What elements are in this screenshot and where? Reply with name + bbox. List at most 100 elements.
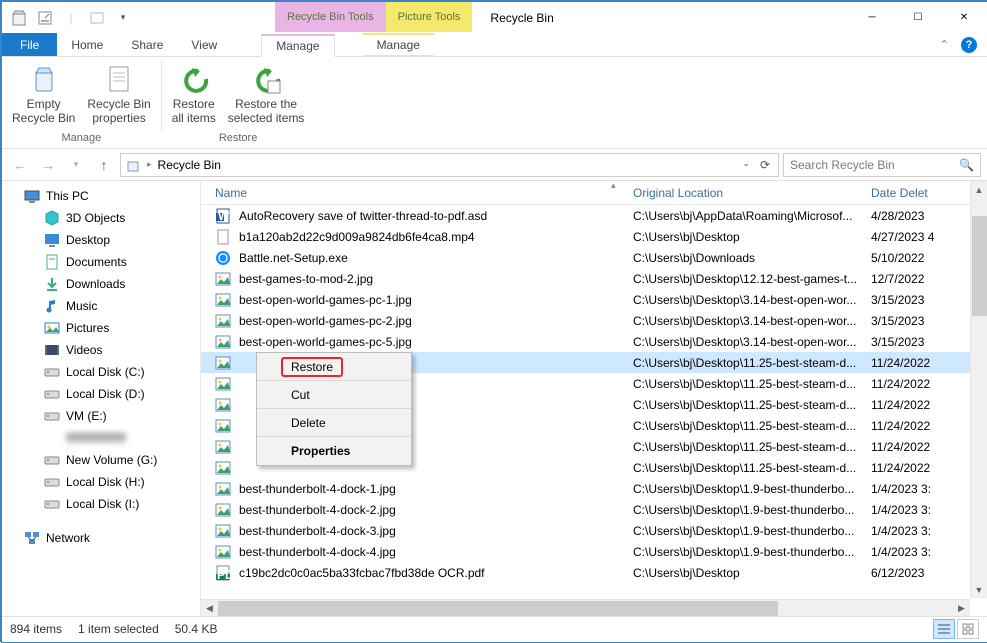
bnet-file-icon (215, 250, 231, 266)
file-original-location: C:\Users\bj\Desktop\11.25-best-steam-d..… (633, 377, 871, 391)
scroll-right-arrow-icon[interactable]: ▶ (953, 603, 970, 614)
tree-item-new-volume-g-[interactable]: New Volume (G:) (2, 449, 200, 471)
file-name: best-thunderbolt-4-dock-3.jpg (239, 524, 396, 538)
file-row[interactable]: PDFc19bc2dc0c0ac5ba33fcbac7fbd38de OCR.p… (201, 562, 987, 583)
tree-item-videos[interactable]: Videos (2, 339, 200, 361)
file-name: best-open-world-games-pc-5.jpg (239, 335, 412, 349)
file-date-deleted: 4/28/2023 (871, 209, 959, 223)
status-item-count: 894 items (10, 622, 62, 636)
scroll-left-arrow-icon[interactable]: ◀ (201, 603, 218, 614)
tree-item-hidden[interactable] (2, 427, 200, 449)
breadcrumb-location[interactable]: Recycle Bin (158, 158, 221, 172)
svg-text:PDF: PDF (217, 568, 231, 581)
img-file-icon (215, 439, 231, 455)
tab-home[interactable]: Home (57, 33, 117, 56)
refresh-icon[interactable]: ⟳ (756, 158, 774, 172)
tree-item-local-disk-d-[interactable]: Local Disk (D:) (2, 383, 200, 405)
nav-history-dropdown[interactable]: ▾ (64, 153, 88, 177)
tree-item-music[interactable]: Music (2, 295, 200, 317)
empty-recycle-bin-button[interactable]: Empty Recycle Bin (6, 59, 81, 130)
file-row[interactable]: best-open-world-games-pc-1.jpgC:\Users\b… (201, 289, 987, 310)
file-name: best-thunderbolt-4-dock-2.jpg (239, 503, 396, 517)
file-date-deleted: 11/24/2022 (871, 377, 959, 391)
breadcrumb-separator-icon[interactable]: ▸ (147, 159, 152, 170)
tree-item-documents[interactable]: Documents (2, 251, 200, 273)
new-folder-icon[interactable] (86, 7, 108, 29)
file-row[interactable]: best-open-world-games-pc-2.jpgC:\Users\b… (201, 310, 987, 331)
search-icon: 🔍 (959, 158, 974, 172)
maximize-button[interactable]: ☐ (895, 3, 941, 33)
column-header-date-deleted[interactable]: Date Delet (871, 186, 951, 200)
vertical-scrollbar[interactable]: ▲ ▼ (970, 181, 987, 598)
tab-file[interactable]: File (2, 33, 57, 56)
tree-item-3d-objects[interactable]: 3D Objects (2, 207, 200, 229)
file-date-deleted: 5/10/2022 (871, 251, 959, 265)
music-icon (44, 298, 60, 314)
file-row[interactable]: WAutoRecovery save of twitter-thread-to-… (201, 205, 987, 226)
tree-this-pc[interactable]: This PC (2, 185, 200, 207)
nav-up-button[interactable]: ↑ (92, 153, 116, 177)
file-list: Name ▴ Original Location Date Delet WAut… (201, 181, 987, 616)
properties-icon[interactable] (34, 7, 56, 29)
search-box[interactable]: Search Recycle Bin 🔍 (783, 153, 981, 177)
minimize-button[interactable]: ─ (849, 3, 895, 33)
drive-icon (44, 452, 60, 468)
file-row[interactable]: best-thunderbolt-4-dock-4.jpgC:\Users\bj… (201, 541, 987, 562)
context-menu-cut[interactable]: Cut (257, 381, 411, 409)
scroll-up-arrow-icon[interactable]: ▲ (971, 181, 987, 198)
file-row[interactable]: best-games-to-mod-2.jpgC:\Users\bj\Deskt… (201, 268, 987, 289)
context-menu-delete[interactable]: Delete (257, 409, 411, 437)
restore-all-icon (178, 63, 210, 95)
tab-share[interactable]: Share (117, 33, 177, 56)
file-row[interactable]: best-open-world-games-pc-5.jpgC:\Users\b… (201, 331, 987, 352)
file-row[interactable]: best-thunderbolt-4-dock-3.jpgC:\Users\bj… (201, 520, 987, 541)
file-row[interactable]: best-thunderbolt-4-dock-1.jpgC:\Users\bj… (201, 478, 987, 499)
context-picture-tools: Picture Tools (386, 2, 473, 32)
file-original-location: C:\Users\bj\Downloads (633, 251, 871, 265)
file-row[interactable]: best-thunderbolt-4-dock-2.jpgC:\Users\bj… (201, 499, 987, 520)
tab-view[interactable]: View (177, 33, 231, 56)
column-headers[interactable]: Name ▴ Original Location Date Delet (201, 181, 987, 205)
tree-item-local-disk-c-[interactable]: Local Disk (C:) (2, 361, 200, 383)
tab-manage-picture[interactable]: Manage (363, 33, 434, 56)
img-file-icon (215, 376, 231, 392)
address-dropdown-icon[interactable]: ⌄ (738, 158, 754, 172)
ribbon-collapse-icon[interactable]: ⌃ (940, 38, 949, 51)
tree-item-pictures[interactable]: Pictures (2, 317, 200, 339)
tree-item-downloads[interactable]: Downloads (2, 273, 200, 295)
nav-forward-button[interactable]: → (36, 153, 60, 177)
nav-back-button[interactable]: ← (8, 153, 32, 177)
drive-icon (44, 386, 60, 402)
explorer-body: This PC 3D Objects Desktop DocumentsDownlo… (2, 181, 987, 616)
tree-item-local-disk-h-[interactable]: Local Disk (H:) (2, 471, 200, 493)
tree-item-desktop[interactable]: Desktop (2, 229, 200, 251)
file-row[interactable]: Battle.net-Setup.exeC:\Users\bj\Download… (201, 247, 987, 268)
view-details-button[interactable] (933, 619, 955, 639)
context-menu-restore[interactable]: Restore (257, 353, 411, 381)
address-bar[interactable]: ▸ Recycle Bin ⌄ ⟳ (120, 153, 779, 177)
column-header-name[interactable]: Name ▴ (201, 186, 633, 200)
scroll-down-arrow-icon[interactable]: ▼ (971, 581, 987, 598)
qat-customize-dropdown[interactable]: ▾ (112, 7, 134, 29)
tree-network[interactable]: Network (2, 527, 200, 549)
column-header-original-location[interactable]: Original Location (633, 186, 871, 200)
tab-manage-recycle[interactable]: Manage (261, 34, 334, 57)
help-icon[interactable]: ? (961, 37, 977, 53)
restore-selected-label: Restore the selected items (228, 97, 305, 126)
navigation-tree[interactable]: This PC 3D Objects Desktop DocumentsDownlo… (2, 181, 201, 616)
svg-text:W: W (218, 209, 230, 223)
tree-item-label: Desktop (66, 233, 110, 247)
drive-icon (44, 408, 60, 424)
restore-all-items-button[interactable]: Restore all items (166, 59, 222, 130)
tree-item-vm-e-[interactable]: VM (E:) (2, 405, 200, 427)
view-thumbnails-button[interactable] (957, 619, 979, 639)
horizontal-scrollbar[interactable]: ◀ ▶ (201, 599, 970, 616)
restore-selected-items-button[interactable]: Restore the selected items (222, 59, 311, 130)
close-button[interactable]: ✕ (941, 3, 987, 33)
recycle-bin-properties-button[interactable]: Recycle Bin properties (81, 59, 156, 130)
vertical-scroll-thumb[interactable] (972, 216, 987, 316)
tree-item-local-disk-i-[interactable]: Local Disk (I:) (2, 493, 200, 515)
context-menu-properties[interactable]: Properties (257, 437, 411, 465)
horizontal-scroll-thumb[interactable] (218, 601, 778, 616)
file-row[interactable]: b1a120ab2d22c9d009a9824db6fe4ca8.mp4C:\U… (201, 226, 987, 247)
